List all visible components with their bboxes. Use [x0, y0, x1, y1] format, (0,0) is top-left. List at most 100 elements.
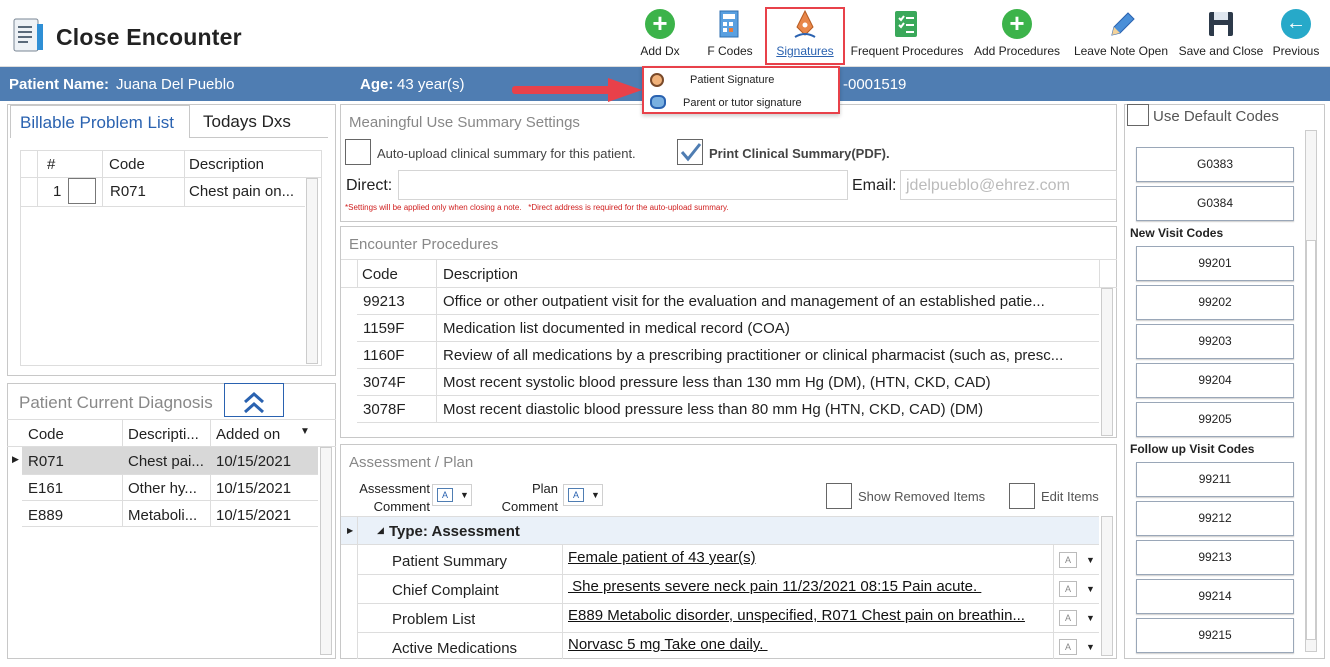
add-procedures-button[interactable]: + Add Procedures [972, 8, 1062, 58]
column-header-code[interactable]: Code [28, 426, 64, 443]
email-label: Email: [852, 177, 897, 194]
text-format-icon: A [437, 488, 453, 502]
frequent-procedures-button[interactable]: Frequent Procedures [850, 8, 964, 58]
auto-upload-label: Auto-upload clinical summary for this pa… [377, 146, 636, 161]
code-button[interactable]: 99212 [1136, 501, 1294, 536]
chevron-down-icon[interactable]: ▼ [1086, 584, 1095, 594]
column-header-code[interactable]: Code [109, 156, 145, 173]
patient-age-value: 43 year(s) [397, 76, 465, 93]
code-button[interactable]: 99203 [1136, 324, 1294, 359]
procedures-title: Encounter Procedures [349, 236, 499, 253]
text-format-icon: A [568, 488, 584, 502]
f-codes-button[interactable]: F Codes [704, 8, 756, 58]
person-icon [650, 73, 664, 87]
checkmark-icon [680, 143, 702, 162]
email-input[interactable]: jdelpueblo@ehrez.com [900, 170, 1117, 200]
patient-name-value: Juana Del Pueblo [116, 76, 235, 93]
show-removed-checkbox[interactable] [826, 483, 852, 509]
mu-title: Meaningful Use Summary Settings [349, 114, 580, 131]
procedures-scrollbar[interactable] [1101, 288, 1113, 436]
column-header-description[interactable]: Descripti... [128, 426, 199, 443]
text-format-icon[interactable]: A [1059, 610, 1077, 626]
print-summary-checkbox[interactable] [677, 139, 703, 165]
scroll-thumb[interactable] [1306, 240, 1316, 640]
edit-items-label: Edit Items [1041, 489, 1099, 504]
follow-up-codes-label: Follow up Visit Codes [1130, 442, 1255, 456]
new-visit-codes-label: New Visit Codes [1130, 226, 1224, 240]
floppy-disk-icon [1205, 8, 1237, 40]
code-button[interactable]: 99204 [1136, 363, 1294, 398]
plan-comment-label: Plan Comment [501, 481, 558, 514]
leave-note-open-button[interactable]: Leave Note Open [1072, 8, 1170, 58]
group-title: Type: Assessment [389, 523, 520, 540]
column-header-code[interactable]: Code [362, 266, 398, 283]
code-button[interactable]: G0383 [1136, 147, 1294, 182]
arrow-left-icon: ← [1281, 9, 1311, 39]
patient-id-value: -0001519 [843, 76, 907, 93]
row-code: R071 [110, 183, 146, 200]
code-button[interactable]: 99205 [1136, 402, 1294, 437]
column-header-description[interactable]: Description [443, 266, 518, 283]
tab-todays-dxs[interactable]: Todays Dxs [190, 105, 328, 138]
assessment-comment-dropdown[interactable]: A ▼ [432, 484, 472, 506]
row-description: Chest pain on... [189, 183, 295, 200]
menu-item-parent-signature[interactable]: Parent or tutor signature [644, 92, 838, 113]
double-chevron-up-icon [244, 391, 264, 414]
add-dx-button[interactable]: + Add Dx [636, 8, 684, 58]
auto-upload-checkbox[interactable] [345, 139, 371, 165]
plus-circle-icon: + [645, 9, 675, 39]
column-header-description[interactable]: Description [189, 156, 264, 173]
pencil-icon [1105, 8, 1137, 40]
row-checkbox[interactable] [68, 178, 96, 204]
direct-input[interactable] [398, 170, 848, 200]
people-icon [650, 95, 666, 109]
chevron-down-icon: ▼ [460, 490, 469, 500]
assessment-scrollbar[interactable] [1101, 516, 1113, 656]
column-header-num[interactable]: # [47, 156, 55, 173]
column-header-added-on[interactable]: Added on [216, 426, 280, 443]
menu-item-patient-signature[interactable]: Patient Signature [644, 70, 838, 91]
plus-circle-icon: + [1002, 9, 1032, 39]
print-summary-label: Print Clinical Summary(PDF). [709, 146, 890, 161]
settings-note: *Settings will be applied only when clos… [345, 203, 729, 212]
code-button[interactable]: 99211 [1136, 462, 1294, 497]
chevron-down-icon: ▼ [591, 490, 600, 500]
row-num: 1 [53, 183, 62, 200]
signatures-menu: Patient Signature Parent or tutor signat… [642, 66, 840, 114]
pen-nib-icon [789, 8, 821, 40]
assessment-title: Assessment / Plan [349, 454, 474, 471]
diagnosis-scrollbar[interactable] [320, 447, 332, 655]
current-diagnosis-title: Patient Current Diagnosis [19, 393, 213, 412]
code-button[interactable]: G0384 [1136, 186, 1294, 221]
chevron-down-icon[interactable]: ▼ [1086, 555, 1095, 565]
code-button[interactable]: 99213 [1136, 540, 1294, 575]
text-format-icon[interactable]: A [1059, 552, 1077, 568]
chevron-down-icon[interactable]: ▼ [1086, 613, 1095, 623]
patient-name-label: Patient Name: [9, 76, 110, 93]
page-title: Close Encounter [56, 24, 242, 50]
annotation-arrow [512, 78, 642, 102]
signatures-button[interactable]: Signatures [767, 8, 843, 58]
sort-dropdown-icon[interactable]: ▼ [300, 426, 310, 437]
app-logo-icon [11, 16, 47, 56]
collapse-button[interactable] [224, 383, 284, 417]
plan-comment-dropdown[interactable]: A ▼ [563, 484, 603, 506]
code-button[interactable]: 99202 [1136, 285, 1294, 320]
save-and-close-button[interactable]: Save and Close [1178, 8, 1264, 58]
chevron-down-icon[interactable]: ▼ [1086, 642, 1095, 652]
text-format-icon[interactable]: A [1059, 639, 1077, 655]
calculator-icon [714, 8, 746, 40]
tab-billable-problem-list[interactable]: Billable Problem List [10, 105, 190, 138]
code-button[interactable]: 99215 [1136, 618, 1294, 653]
patient-age-label: Age: [360, 76, 394, 93]
code-button[interactable]: 99201 [1136, 246, 1294, 281]
text-format-icon[interactable]: A [1059, 581, 1077, 597]
show-removed-label: Show Removed Items [858, 489, 986, 504]
collapse-triangle-icon[interactable]: ◢ [377, 525, 384, 536]
problem-grid-scrollbar[interactable] [306, 178, 318, 364]
code-button[interactable]: 99214 [1136, 579, 1294, 614]
use-default-codes-checkbox[interactable] [1127, 104, 1149, 126]
assessment-comment-label: Assessment Comment [359, 481, 430, 514]
previous-button[interactable]: ← Previous [1270, 8, 1322, 58]
edit-items-checkbox[interactable] [1009, 483, 1035, 509]
